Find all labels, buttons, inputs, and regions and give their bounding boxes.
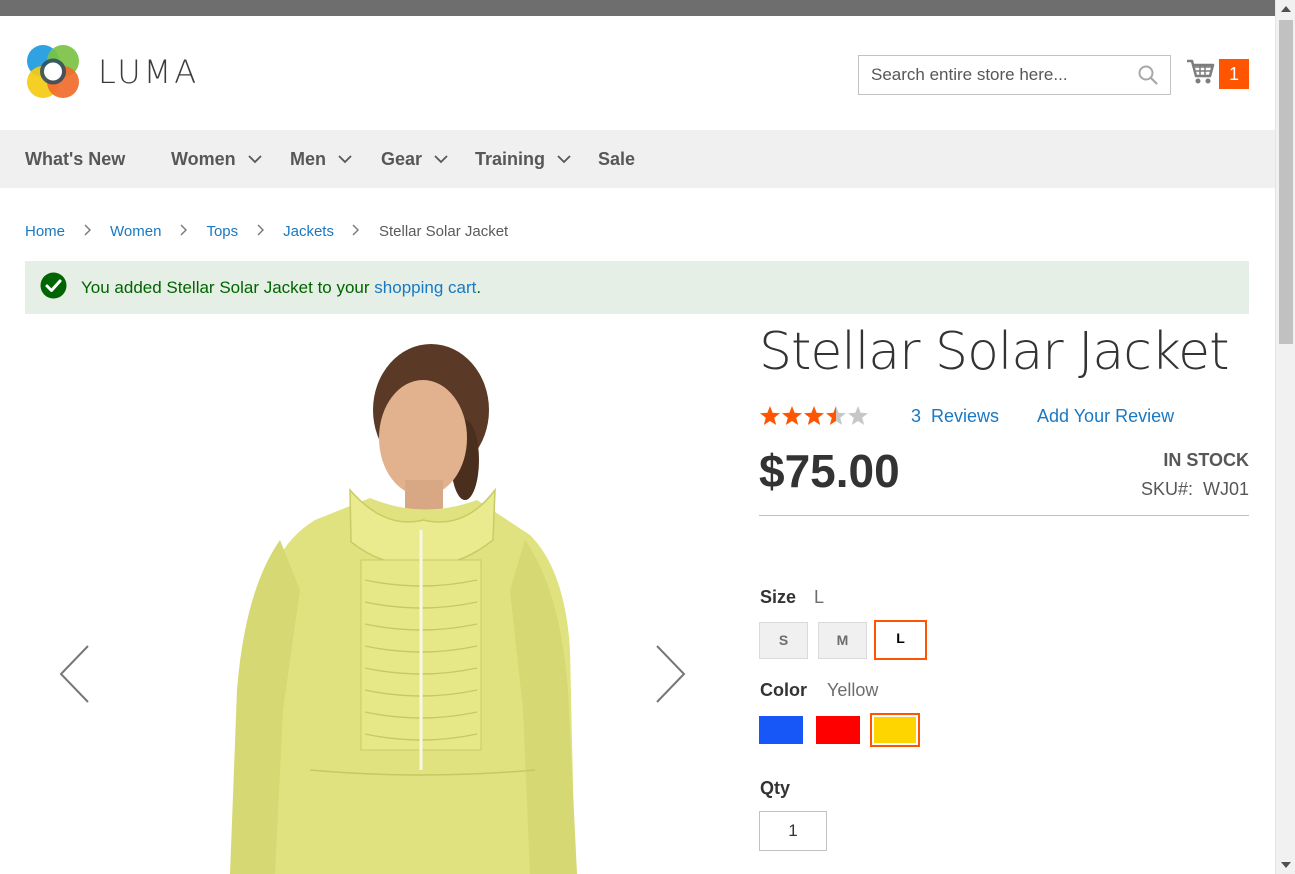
search-input[interactable] [859,56,1129,94]
sku-label: SKU#: [1140,479,1193,499]
color-swatch-yellow[interactable] [870,713,920,747]
add-review-link[interactable]: Add Your Review [1037,406,1174,427]
product-gallery[interactable] [25,330,715,874]
nav-item-training[interactable]: Training [475,130,571,188]
cart-icon[interactable] [1186,57,1216,92]
gallery-prev-arrow-icon[interactable] [58,644,90,709]
nav-item-whats-new[interactable]: What's New [25,130,125,188]
main-navigation: What's New Women Men Gear Training Sale [0,130,1275,188]
sku-value: WJ01 [1202,479,1249,499]
color-selected-value: Yellow [827,680,879,700]
message-text: You added Stellar Solar Jacket to your [81,277,375,297]
size-label: Size [760,587,797,607]
reviews-label: Reviews [931,406,1000,426]
search-box[interactable] [858,55,1171,95]
search-icon[interactable] [1138,65,1158,90]
breadcrumb: Home Women Tops Jackets Stellar Solar Ja… [25,220,508,242]
gallery-next-arrow-icon[interactable] [655,644,687,709]
scroll-up-icon[interactable] [1281,6,1291,12]
qty-input[interactable] [759,811,827,851]
stock-status: IN STOCK [1163,450,1249,470]
nav-item-label: Sale [598,149,636,169]
shopping-cart-link[interactable]: shopping cart [374,278,476,298]
nav-item-men[interactable]: Men [290,130,352,188]
size-option-m[interactable]: M [818,622,867,659]
nav-item-gear[interactable]: Gear [381,130,448,188]
nav-item-label: Women [171,149,236,169]
success-check-icon [40,272,67,304]
chevron-down-icon [338,154,352,163]
nav-item-label: Training [475,149,546,169]
nav-item-label: Gear [381,149,423,169]
rating-stars[interactable] [759,405,871,427]
product-image [230,344,577,874]
sku: SKU#: WJ01 [1141,479,1249,500]
nav-item-label: Men [290,149,326,169]
divider [759,515,1249,516]
size-selected-value: L [814,587,825,607]
chevron-down-icon [557,154,571,163]
nav-item-label: What's New [25,149,126,169]
product-title: Stellar Solar Jacket [759,322,1230,382]
size-option-s[interactable]: S [759,622,808,659]
logo-icon [27,45,79,98]
chevron-down-icon [248,154,262,163]
nav-item-sale[interactable]: Sale [598,130,635,188]
breadcrumb-jackets[interactable]: Jackets [283,223,334,240]
chevron-right-icon [334,223,379,240]
browser-top-strip [0,0,1275,16]
color-swatch-red[interactable] [816,716,860,744]
product-price: $75.00 [759,445,900,497]
reviews-count: 3 [911,406,922,426]
size-option-l[interactable]: L [874,620,927,660]
color-label: Color [760,680,807,700]
message-text-end: . [476,277,482,297]
reviews-link[interactable]: 3 Reviews [911,406,999,427]
color-swatch-blue[interactable] [759,716,803,744]
cart-count-badge[interactable]: 1 [1219,59,1249,89]
nav-item-women[interactable]: Women [171,130,262,188]
chevron-right-icon [65,223,110,240]
breadcrumb-home[interactable]: Home [25,223,65,240]
luma-logo[interactable]: LUMA [26,44,199,100]
scrollbar-thumb[interactable] [1279,20,1293,344]
chevron-right-icon [238,223,283,240]
breadcrumb-tops[interactable]: Tops [206,223,238,240]
page-scrollbar[interactable] [1275,0,1295,874]
qty-label: Qty [760,778,791,798]
scroll-down-icon[interactable] [1281,862,1291,868]
logo-text: LUMA [98,53,200,91]
breadcrumb-women[interactable]: Women [110,223,161,240]
star-rating-icon [760,406,868,425]
success-message: You added Stellar Solar Jacket to your s… [25,261,1249,314]
chevron-right-icon [161,223,206,240]
chevron-down-icon [434,154,448,163]
breadcrumb-current: Stellar Solar Jacket [378,222,509,240]
